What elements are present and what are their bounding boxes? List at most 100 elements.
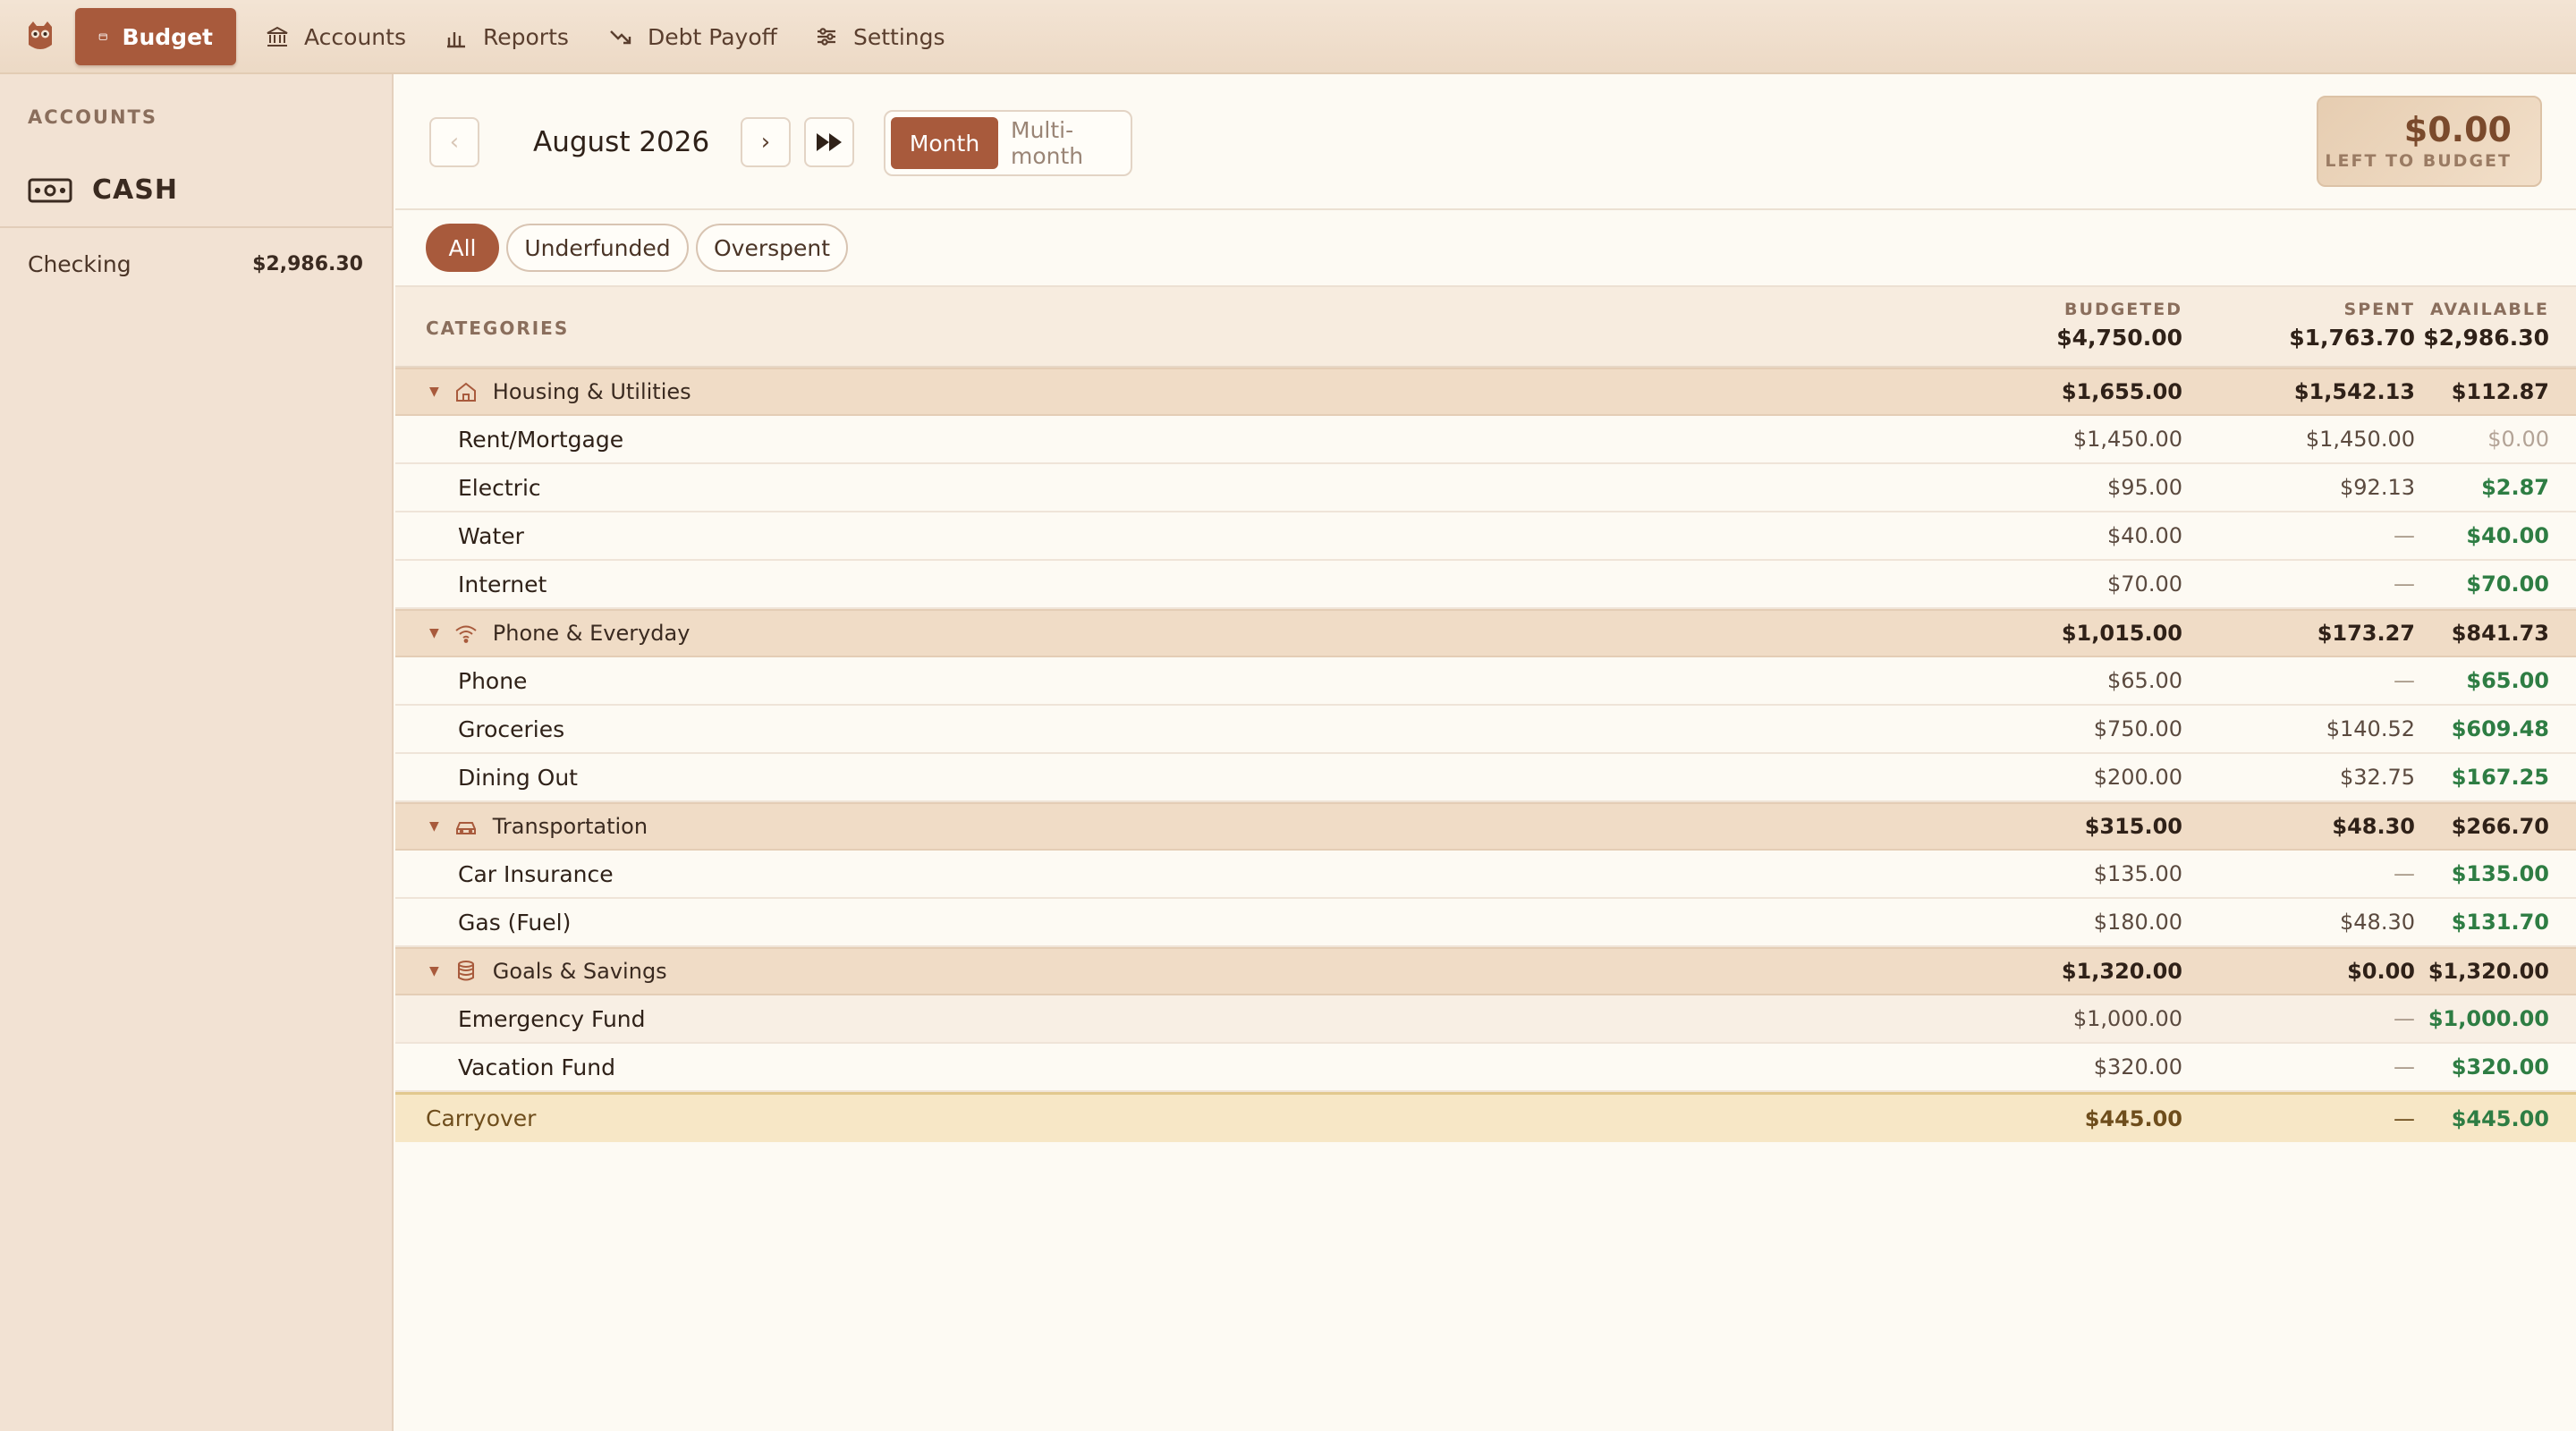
category-row[interactable]: Rent/Mortgage $1,450.00 $1,450.00 $0.00 [395, 416, 2576, 464]
sidebar-heading: ACCOUNTS [28, 106, 158, 128]
view-toggle: Month Multi-month [884, 110, 1132, 176]
category-budgeted[interactable]: $65.00 [2107, 657, 2182, 704]
next-month-button[interactable]: › [741, 117, 791, 167]
collapse-caret-icon[interactable]: ▼ [429, 819, 439, 834]
nav-budget[interactable]: Budget [75, 8, 236, 65]
category-budgeted[interactable]: $1,450.00 [2073, 416, 2182, 462]
category-row[interactable]: Groceries $750.00 $140.52 $609.48 [395, 706, 2576, 754]
group-row-goals-savings[interactable]: ▼ Goals & Savings $1,320.00 $0.00 $1,320… [395, 947, 2576, 995]
category-row[interactable]: Gas (Fuel) $180.00 $48.30 $131.70 [395, 899, 2576, 947]
category-name: Emergency Fund [458, 1005, 646, 1032]
category-available: $135.00 [2451, 861, 2549, 886]
category-budgeted[interactable]: $200.00 [2094, 754, 2182, 800]
category-budgeted[interactable]: $70.00 [2107, 561, 2182, 607]
carryover-available: $445.00 [2451, 1105, 2549, 1131]
category-budgeted[interactable]: $40.00 [2107, 512, 2182, 559]
group-name-cell: ▼ Transportation [429, 804, 648, 849]
category-budgeted[interactable]: $95.00 [2107, 464, 2182, 511]
group-name: Housing & Utilities [492, 379, 691, 404]
col-spent: SPENT $1,763.70 [2289, 300, 2415, 351]
category-budgeted[interactable]: $750.00 [2094, 706, 2182, 752]
nav-settings-label: Settings [853, 23, 945, 50]
budget-table: CATEGORIES BUDGETED $4,750.00 SPENT $1,7… [395, 285, 2576, 1142]
account-group-label: CASH [92, 174, 178, 206]
group-name-cell: ▼ Goals & Savings [429, 949, 667, 994]
category-budgeted[interactable]: $135.00 [2094, 851, 2182, 897]
filter-overspent[interactable]: Overspent [696, 224, 848, 272]
category-spent: $92.13 [2340, 475, 2415, 500]
filter-underfunded[interactable]: Underfunded [506, 224, 689, 272]
category-name: Rent/Mortgage [458, 426, 624, 453]
collapse-caret-icon[interactable]: ▼ [429, 385, 439, 399]
group-budgeted: $315.00 [2084, 814, 2182, 839]
bar-chart-icon [447, 32, 465, 48]
database-icon [457, 961, 474, 981]
total-spent: $1,763.70 [2289, 325, 2415, 351]
category-available: $70.00 [2466, 572, 2549, 597]
col-available-label: AVAILABLE [2430, 300, 2549, 319]
category-spent: — [2394, 1006, 2415, 1031]
category-row[interactable]: Car Insurance $135.00 — $135.00 [395, 851, 2576, 899]
category-available: $167.25 [2451, 765, 2549, 790]
account-balance: $2,986.30 [252, 253, 363, 275]
category-available: $131.70 [2451, 910, 2549, 935]
category-name: Vacation Fund [458, 1054, 615, 1080]
collapse-caret-icon[interactable]: ▼ [429, 626, 439, 640]
category-row[interactable]: Internet $70.00 — $70.00 [395, 561, 2576, 609]
category-budgeted[interactable]: $320.00 [2094, 1044, 2182, 1090]
category-row[interactable]: Electric $95.00 $92.13 $2.87 [395, 464, 2576, 512]
category-name: Groceries [458, 716, 565, 742]
nav-reports-label: Reports [483, 23, 569, 50]
nav-accounts[interactable]: Accounts [242, 8, 429, 65]
left-to-budget-label: LEFT TO BUDGET [2325, 151, 2512, 171]
home-icon [455, 382, 476, 402]
category-spent: $32.75 [2340, 765, 2415, 790]
category-row[interactable]: Vacation Fund $320.00 — $320.00 [395, 1044, 2576, 1092]
category-row[interactable]: Phone $65.00 — $65.00 [395, 657, 2576, 706]
category-row[interactable]: Dining Out $200.00 $32.75 $167.25 [395, 754, 2576, 802]
nav-debt-payoff[interactable]: Debt Payoff [585, 8, 801, 65]
category-name: Car Insurance [458, 860, 614, 887]
category-spent: — [2394, 572, 2415, 597]
nav-settings[interactable]: Settings [791, 8, 969, 65]
sidebar-account-checking[interactable]: Checking $2,986.30 [28, 251, 363, 277]
category-spent: $140.52 [2326, 716, 2415, 741]
jump-to-current-button[interactable] [804, 117, 854, 167]
category-row[interactable]: Water $40.00 — $40.00 [395, 512, 2576, 561]
carryover-row[interactable]: Carryover $445.00 — $445.00 [395, 1092, 2576, 1142]
carryover-budgeted: $445.00 [2084, 1105, 2182, 1131]
group-name: Phone & Everyday [492, 621, 691, 646]
nav-accounts-label: Accounts [304, 23, 406, 50]
sliders-icon [818, 28, 835, 46]
group-spent: $48.30 [2332, 814, 2415, 839]
car-icon [455, 822, 476, 834]
group-row-housing[interactable]: ▼ Housing & Utilities $1,655.00 $1,542.1… [395, 368, 2576, 416]
group-name-cell: ▼ Phone & Everyday [429, 611, 690, 656]
category-budgeted[interactable]: $1,000.00 [2073, 995, 2182, 1042]
collapse-caret-icon[interactable]: ▼ [429, 964, 439, 978]
category-row[interactable]: Emergency Fund $1,000.00 — $1,000.00 [395, 995, 2576, 1044]
group-budgeted: $1,015.00 [2061, 621, 2182, 646]
category-spent: — [2394, 523, 2415, 548]
nav-reports[interactable]: Reports [420, 8, 592, 65]
category-available: $2.87 [2481, 475, 2549, 500]
category-name: Gas (Fuel) [458, 909, 572, 936]
group-available: $1,320.00 [2428, 959, 2549, 984]
account-group-cash[interactable]: CASH [28, 174, 178, 206]
category-budgeted[interactable]: $180.00 [2094, 899, 2182, 945]
view-month-button[interactable]: Month [891, 117, 998, 169]
group-row-transportation[interactable]: ▼ Transportation $315.00 $48.30 $266.70 [395, 802, 2576, 851]
owl-logo-icon [29, 21, 52, 49]
filter-all[interactable]: All [426, 224, 499, 272]
group-name: Goals & Savings [492, 959, 667, 984]
group-row-phone-everyday[interactable]: ▼ Phone & Everyday $1,015.00 $173.27 $84… [395, 609, 2576, 657]
nav-budget-label: Budget [122, 23, 213, 50]
group-spent: $1,542.13 [2293, 379, 2415, 404]
view-multi-month-button[interactable]: Multi-month [1011, 117, 1131, 169]
group-name: Transportation [492, 814, 648, 839]
col-budgeted-label: BUDGETED [2064, 300, 2182, 319]
month-bar: ‹ August 2026 › Month Multi-month $0.00 … [395, 74, 2576, 210]
category-available: $609.48 [2451, 716, 2549, 741]
prev-month-button[interactable]: ‹ [429, 117, 479, 167]
top-nav: Budget Accounts Reports Debt Payoff Sett… [0, 0, 2576, 74]
